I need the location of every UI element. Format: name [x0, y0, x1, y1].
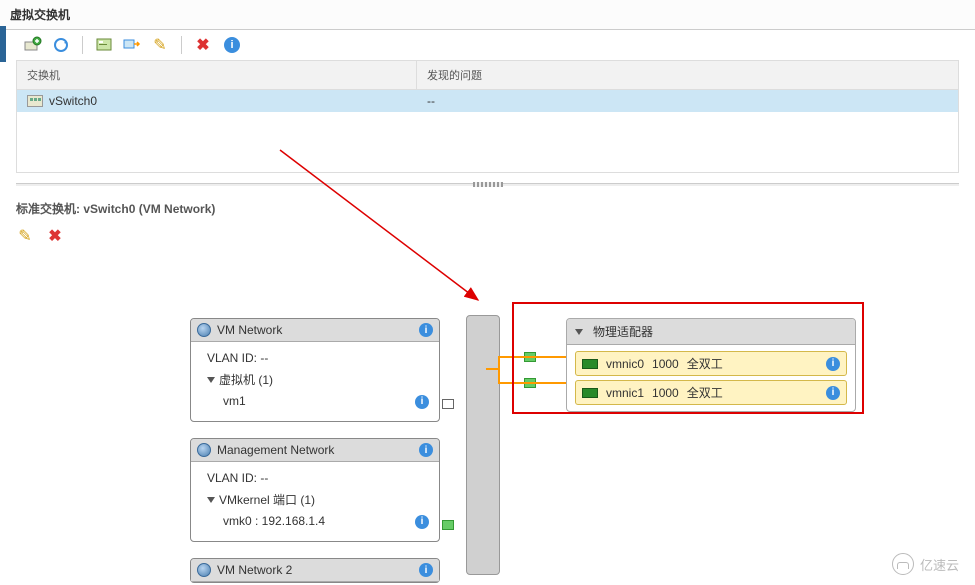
- delete-icon[interactable]: ✖: [194, 36, 212, 54]
- edit-icon[interactable]: ✎: [16, 227, 34, 245]
- refresh-icon[interactable]: [52, 36, 70, 54]
- nic-row[interactable]: vmnic1 1000 全双工 i: [575, 380, 847, 405]
- info-icon[interactable]: i: [415, 395, 429, 409]
- issues-cell: --: [417, 90, 958, 112]
- add-switch-icon[interactable]: [24, 36, 42, 54]
- nic-duplex: 全双工: [687, 355, 723, 372]
- toolbar-separator: [82, 36, 83, 54]
- portgroup-name: Management Network: [217, 443, 334, 457]
- nic-speed: 1000: [652, 386, 679, 400]
- nic-icon: [582, 359, 598, 369]
- info-icon[interactable]: i: [419, 563, 433, 577]
- nic-speed: 1000: [652, 357, 679, 371]
- info-icon[interactable]: i: [419, 323, 433, 337]
- properties-icon[interactable]: [95, 36, 113, 54]
- info-icon[interactable]: i: [826, 357, 840, 371]
- info-icon[interactable]: i: [419, 443, 433, 457]
- detail-toolbar: ✎ ✖: [0, 223, 975, 255]
- table-row[interactable]: vSwitch0 --: [17, 90, 958, 112]
- vswitch-table: 交换机 发现的问题 vSwitch0 --: [16, 60, 959, 173]
- portgroup-icon: [197, 323, 211, 337]
- portgroup-card[interactable]: VM Network 2 i: [190, 558, 440, 583]
- nic-duplex: 全双工: [687, 384, 723, 401]
- expand-icon[interactable]: [575, 329, 583, 335]
- nic-name: vmnic1: [606, 386, 644, 400]
- port-connector: [442, 399, 454, 409]
- section-title: 虚拟交换机: [0, 0, 975, 30]
- delete-icon[interactable]: ✖: [46, 227, 64, 245]
- physical-adapter-panel: 物理适配器 vmnic0 1000 全双工 i vmnic1 1000 全双工 …: [566, 318, 856, 412]
- migrate-icon[interactable]: [123, 36, 141, 54]
- expand-icon: [207, 497, 215, 503]
- nic-row[interactable]: vmnic0 1000 全双工 i: [575, 351, 847, 376]
- vlan-label: VLAN ID: --: [207, 468, 429, 490]
- expand-icon: [207, 377, 215, 383]
- portgroup-name: VM Network: [217, 323, 282, 337]
- topology-diagram: VM Network i VLAN ID: -- 虚拟机 (1) vm1 i M…: [0, 290, 975, 580]
- nic-icon: [582, 388, 598, 398]
- vlan-label: VLAN ID: --: [207, 348, 429, 370]
- vswitch-icon: [27, 95, 43, 107]
- adapter-title: 物理适配器: [593, 323, 653, 340]
- detail-title: 标准交换机: vSwitch0 (VM Network): [0, 186, 975, 223]
- portgroup-icon: [197, 563, 211, 577]
- vm-item[interactable]: vm1 i: [207, 391, 429, 413]
- vswitch-trunk: [466, 315, 500, 575]
- child-group-label[interactable]: 虚拟机 (1): [207, 370, 429, 392]
- col-issues: 发现的问题: [417, 61, 958, 89]
- accent-bar: [0, 26, 6, 62]
- portgroup-card[interactable]: Management Network i VLAN ID: -- VMkerne…: [190, 438, 440, 542]
- connection-line: [486, 368, 500, 370]
- connection-line: [500, 382, 566, 384]
- splitter[interactable]: [16, 183, 959, 186]
- watermark: 亿速云: [892, 553, 959, 575]
- portgroup-card[interactable]: VM Network i VLAN ID: -- 虚拟机 (1) vm1 i: [190, 318, 440, 422]
- vswitch-toolbar: ✎ ✖ i: [0, 30, 975, 60]
- portgroup-icon: [197, 443, 211, 457]
- vmk-item[interactable]: vmk0 : 192.168.1.4 i: [207, 511, 429, 533]
- col-switch: 交换机: [17, 61, 417, 89]
- switch-name-cell: vSwitch0: [49, 94, 97, 108]
- nic-name: vmnic0: [606, 357, 644, 371]
- connection-line: [498, 356, 500, 384]
- table-empty-area: [17, 112, 958, 172]
- info-icon[interactable]: i: [826, 386, 840, 400]
- info-icon[interactable]: i: [415, 515, 429, 529]
- toolbar-separator: [181, 36, 182, 54]
- portgroup-name: VM Network 2: [217, 563, 292, 577]
- info-toolbar-icon[interactable]: i: [222, 36, 240, 54]
- edit-icon[interactable]: ✎: [151, 36, 169, 54]
- connection-line: [500, 356, 566, 358]
- table-header: 交换机 发现的问题: [17, 61, 958, 90]
- child-group-label[interactable]: VMkernel 端口 (1): [207, 490, 429, 512]
- port-connector: [442, 520, 454, 530]
